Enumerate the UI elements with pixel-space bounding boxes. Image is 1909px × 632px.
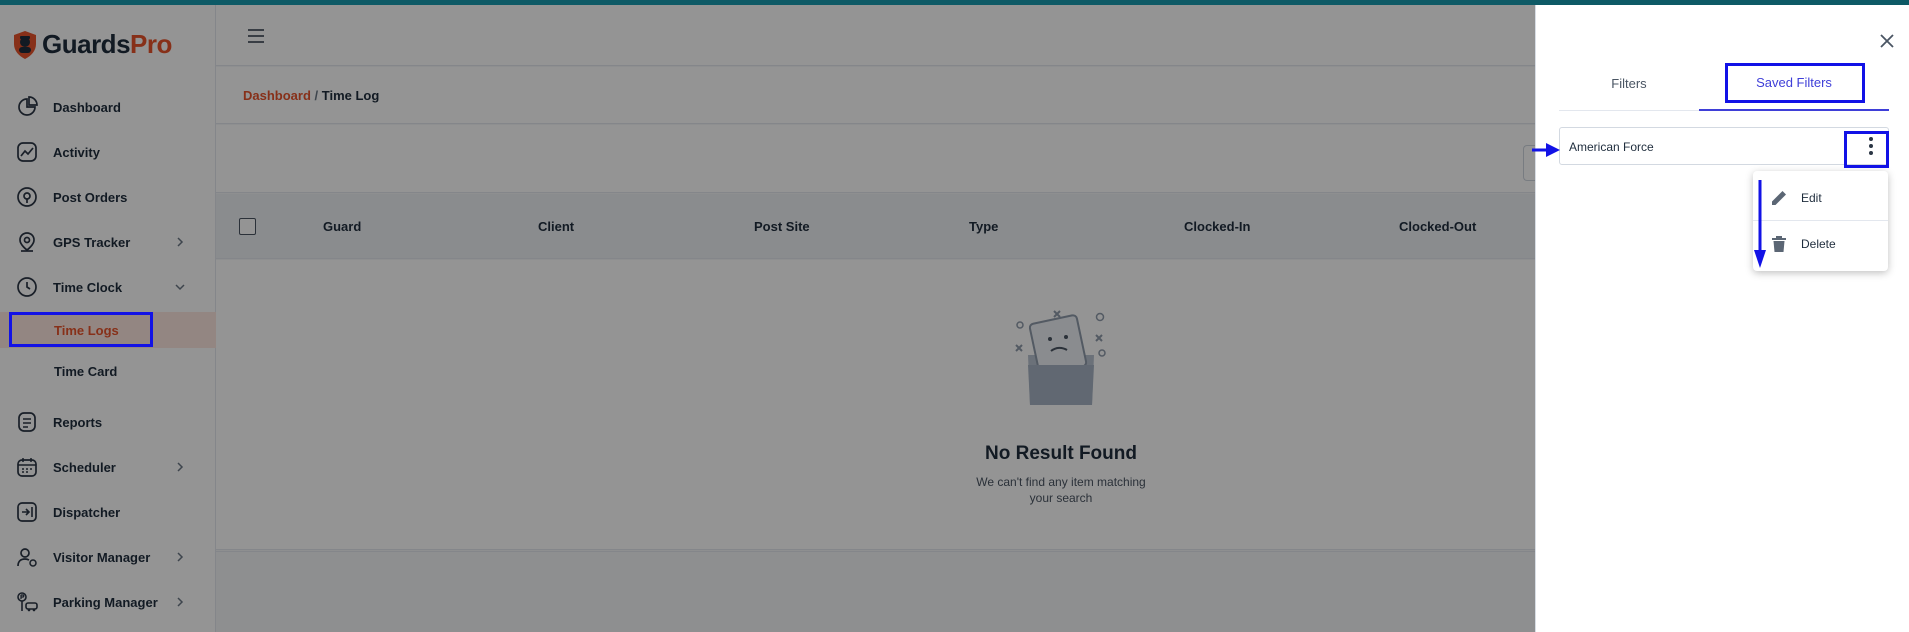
- saved-filter-item[interactable]: American Force: [1559, 127, 1889, 165]
- menu-item-label: Delete: [1801, 237, 1836, 251]
- top-accent-line: [0, 0, 1909, 5]
- pencil-icon: [1772, 190, 1786, 205]
- saved-filter-name: American Force: [1569, 140, 1654, 154]
- tab-filters[interactable]: Filters: [1559, 55, 1699, 111]
- menu-item-delete[interactable]: Delete: [1753, 221, 1888, 267]
- annotation-arrow-right-icon: [1532, 143, 1560, 157]
- tab-saved-filters[interactable]: Saved Filters: [1699, 55, 1889, 111]
- menu-item-label: Edit: [1801, 190, 1822, 205]
- annotation-arrow-down-icon: [1754, 180, 1766, 268]
- menu-item-edit[interactable]: Edit: [1753, 175, 1888, 221]
- drawer-tabs: Filters Saved Filters: [1559, 55, 1889, 111]
- trash-icon: [1772, 236, 1786, 252]
- more-options-icon[interactable]: [1858, 133, 1884, 159]
- close-icon[interactable]: [1878, 32, 1896, 50]
- filter-drawer: Filters Saved Filters American Force Edi…: [1535, 5, 1909, 632]
- modal-backdrop[interactable]: [0, 5, 1535, 632]
- saved-filter-context-menu: Edit Delete: [1753, 171, 1888, 271]
